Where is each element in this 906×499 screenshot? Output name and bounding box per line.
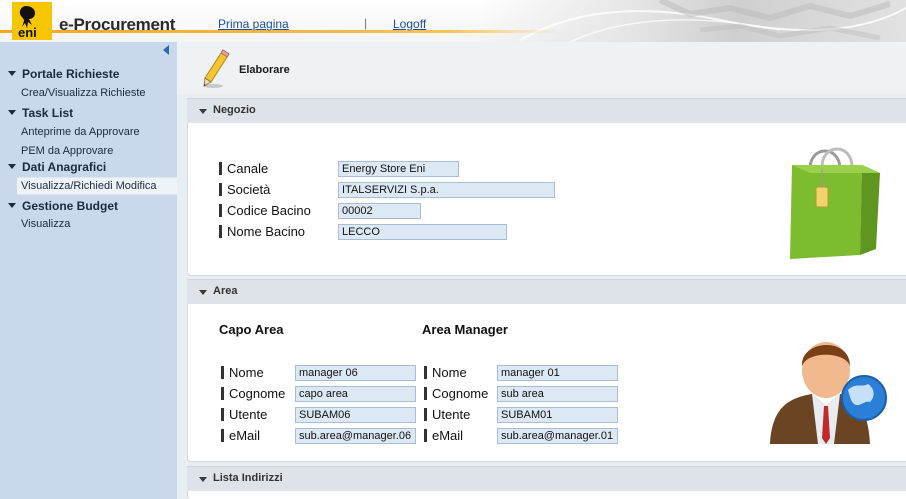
capo-area-value-email: sub.area@manager.06 xyxy=(295,428,416,444)
area-manager-label-nome: Nome xyxy=(424,365,467,380)
area-manager-heading: Area Manager xyxy=(422,322,508,337)
area-manager-value-nome: manager 01 xyxy=(497,365,618,381)
capo-area-value-nome: manager 06 xyxy=(295,365,416,381)
nav-group-portale-richieste[interactable]: Portale Richieste xyxy=(8,67,119,81)
capo-area-label-email: eMail xyxy=(221,428,260,443)
capo-area-value-utente: SUBAM06 xyxy=(295,407,416,423)
area-manager-label-utente: Utente xyxy=(424,407,470,422)
area-manager-value-utente: SUBAM01 xyxy=(497,407,618,423)
nav-group-dati-anagrafici[interactable]: Dati Anagrafici xyxy=(8,160,106,174)
field-value-codice-bacino: 00002 xyxy=(338,203,421,219)
nav-group-label: Dati Anagrafici xyxy=(22,160,107,174)
logoff-link[interactable]: Logoff xyxy=(393,17,426,31)
field-label-societa: Società xyxy=(219,182,270,197)
capo-area-label-cognome: Cognome xyxy=(221,386,285,401)
field-label-codice-bacino: Codice Bacino xyxy=(219,203,311,218)
chevron-down-icon xyxy=(8,110,16,116)
nav-item-anteprime-da-approvare[interactable]: Anteprime da Approvare xyxy=(21,126,140,138)
shopping-bag-icon xyxy=(776,139,886,263)
section-title: Negozio xyxy=(213,104,256,116)
nav-group-label: Portale Richieste xyxy=(22,67,120,81)
area-manager-label-cognome: Cognome xyxy=(424,386,488,401)
chevron-down-icon xyxy=(8,203,16,209)
panel-lista-indirizzi xyxy=(187,491,906,499)
chevron-down-icon xyxy=(199,290,207,295)
collapse-left-icon[interactable] xyxy=(163,45,169,55)
field-label-canale: Canale xyxy=(219,161,268,176)
app-title: e-Procurement xyxy=(59,15,176,34)
page-title: Elaborare xyxy=(239,64,290,76)
user-globe-icon xyxy=(764,326,888,450)
area-manager-value-email: sub.area@manager.01 xyxy=(497,428,618,444)
chevron-down-icon xyxy=(8,71,16,77)
logo-text: eni xyxy=(18,25,37,40)
nav-group-label: Task List xyxy=(22,106,74,120)
section-header-area[interactable]: Area xyxy=(187,279,906,305)
area-manager-label-email: eMail xyxy=(424,428,463,443)
field-label-nome-bacino: Nome Bacino xyxy=(219,224,305,239)
section-title: Lista Indirizzi xyxy=(213,472,283,484)
nav-group-task-list[interactable]: Task List xyxy=(8,106,73,120)
eni-logo-icon: eni xyxy=(12,2,52,40)
field-value-nome-bacino: LECCO xyxy=(338,224,507,240)
home-link[interactable]: Prima pagina xyxy=(218,17,289,31)
pencil-icon xyxy=(201,48,231,90)
area-manager-value-cognome: sub area xyxy=(497,386,618,402)
chevron-down-icon xyxy=(8,164,16,170)
panel-area: Capo Area Area Manager Nome manager 06 C… xyxy=(187,304,906,462)
main-content: Elaborare Negozio Canale Energy Store En… xyxy=(177,42,906,499)
capo-area-label-utente: Utente xyxy=(221,407,267,422)
nav-group-label: Gestione Budget xyxy=(22,199,119,213)
chevron-down-icon xyxy=(199,109,207,114)
chevron-down-icon xyxy=(199,477,207,482)
nav-group-gestione-budget[interactable]: Gestione Budget xyxy=(8,199,118,213)
capo-area-value-cognome: capo area xyxy=(295,386,416,402)
field-value-canale: Energy Store Eni xyxy=(338,161,459,177)
app-header: eni e-Procurement Prima pagina | Logoff xyxy=(0,0,906,42)
capo-area-heading: Capo Area xyxy=(219,322,284,337)
panel-negozio: Canale Energy Store Eni Società ITALSERV… xyxy=(187,123,906,276)
page-header: Elaborare xyxy=(177,42,906,94)
section-header-lista-indirizzi[interactable]: Lista Indirizzi xyxy=(187,466,906,492)
sidebar: Portale Richieste Crea/Visualizza Richie… xyxy=(0,42,179,499)
nav-item-visualizza-richiedi-modifica[interactable]: Visualizza/Richiedi Modifica xyxy=(17,177,179,195)
nav-item-pem-da-approvare[interactable]: PEM da Approvare xyxy=(21,145,113,157)
section-title: Area xyxy=(213,285,238,297)
field-value-societa: ITALSERVIZI S.p.a. xyxy=(338,182,555,198)
section-header-negozio[interactable]: Negozio xyxy=(187,98,906,124)
nav-item-visualizza-budget[interactable]: Visualizza xyxy=(21,218,70,230)
link-separator: | xyxy=(364,16,368,30)
capo-area-label-nome: Nome xyxy=(221,365,264,380)
nav-item-crea-visualizza-richieste[interactable]: Crea/Visualizza Richieste xyxy=(21,87,146,99)
header-world-map-decoration xyxy=(480,0,906,42)
